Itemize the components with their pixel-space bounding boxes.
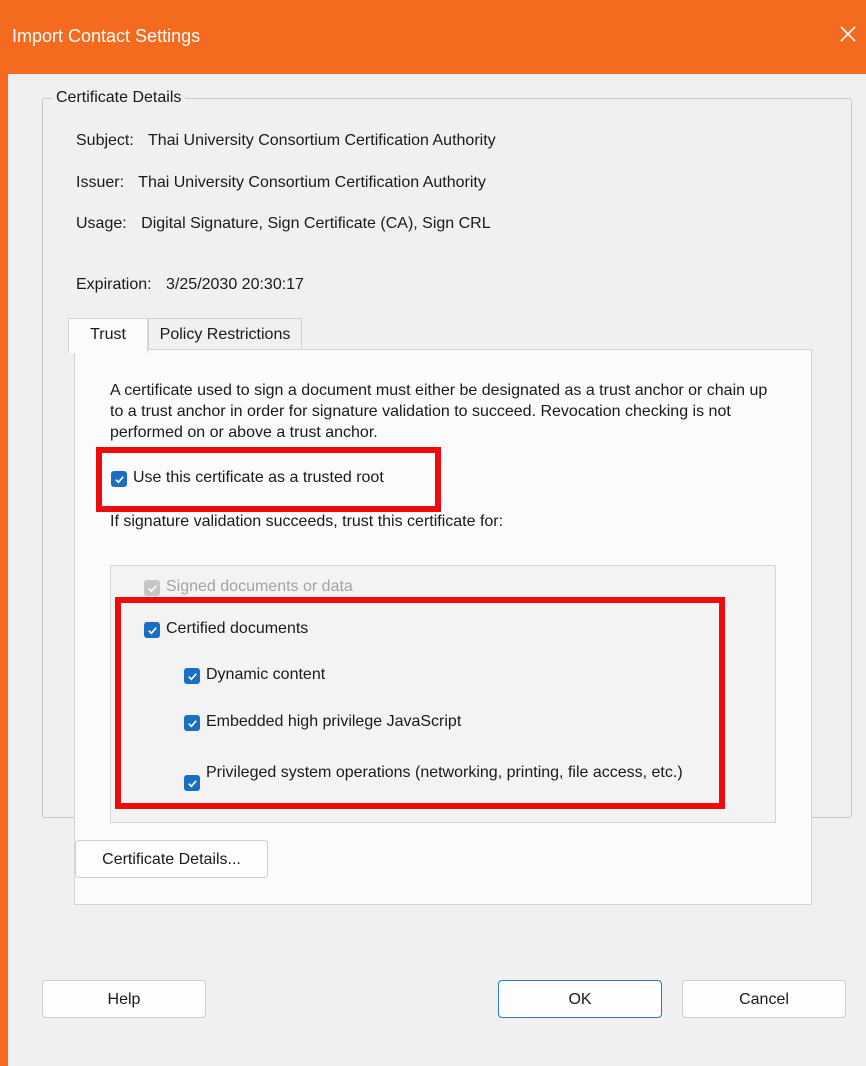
checkmark-icon: [147, 584, 157, 592]
title-bar: Import Contact Settings: [0, 0, 866, 74]
close-icon[interactable]: [836, 22, 860, 46]
checkmark-icon: [187, 719, 197, 727]
trusted-root-checkbox[interactable]: [111, 471, 127, 487]
trusted-root-option[interactable]: Use this certificate as a trusted root: [111, 469, 384, 487]
expiration-field: Expiration: 3/25/2030 20:30:17: [76, 276, 304, 294]
checkmark-icon: [187, 779, 197, 787]
checkmark-icon: [114, 475, 124, 483]
privileged-ops-option[interactable]: Privileged system operations (networking…: [184, 762, 704, 791]
issuer-field: Issuer: Thai University Consortium Certi…: [76, 174, 486, 192]
embedded-js-checkbox[interactable]: [184, 715, 200, 731]
certified-docs-checkbox[interactable]: [144, 622, 160, 638]
subject-value: Thai University Consortium Certification…: [147, 132, 496, 149]
checkmark-icon: [187, 672, 197, 680]
privileged-ops-label: Privileged system operations (networking…: [206, 764, 683, 781]
signed-docs-label: Signed documents or data: [166, 578, 353, 595]
embedded-js-label: Embedded high privilege JavaScript: [206, 713, 462, 730]
dynamic-content-option[interactable]: Dynamic content: [184, 666, 325, 684]
group-legend: Certificate Details: [52, 89, 186, 107]
expiration-label: Expiration:: [76, 276, 152, 293]
help-button[interactable]: Help: [42, 980, 206, 1018]
window-title: Import Contact Settings: [12, 26, 201, 46]
usage-value: Digital Signature, Sign Certificate (CA)…: [141, 215, 491, 232]
tab-trust[interactable]: Trust: [68, 318, 148, 353]
trust-description: A certificate used to sign a document mu…: [110, 382, 768, 441]
issuer-label: Issuer:: [76, 174, 125, 191]
certificate-details-button[interactable]: Certificate Details...: [75, 840, 268, 878]
tab-policy-restrictions[interactable]: Policy Restrictions: [148, 318, 302, 351]
signed-docs-checkbox: [144, 580, 160, 596]
signed-docs-option: Signed documents or data: [144, 578, 353, 596]
checkmark-icon: [147, 626, 157, 634]
expiration-value: 3/25/2030 20:30:17: [166, 276, 304, 293]
cancel-button[interactable]: Cancel: [682, 980, 846, 1018]
ok-button[interactable]: OK: [498, 980, 662, 1018]
dynamic-content-label: Dynamic content: [206, 666, 326, 683]
dynamic-content-checkbox[interactable]: [184, 668, 200, 684]
certified-docs-label: Certified documents: [166, 620, 309, 637]
issuer-value: Thai University Consortium Certification…: [138, 174, 486, 191]
subject-field: Subject: Thai University Consortium Cert…: [76, 132, 496, 150]
usage-field: Usage: Digital Signature, Sign Certifica…: [76, 215, 491, 233]
privileged-ops-checkbox[interactable]: [184, 775, 200, 791]
window-border: [0, 74, 8, 1066]
trust-for-label: If signature validation succeeds, trust …: [110, 513, 504, 530]
certified-docs-option[interactable]: Certified documents: [144, 620, 308, 638]
subject-label: Subject:: [76, 132, 134, 149]
embedded-js-option[interactable]: Embedded high privilege JavaScript: [184, 713, 461, 731]
usage-label: Usage:: [76, 215, 127, 232]
trusted-root-label: Use this certificate as a trusted root: [133, 469, 384, 486]
